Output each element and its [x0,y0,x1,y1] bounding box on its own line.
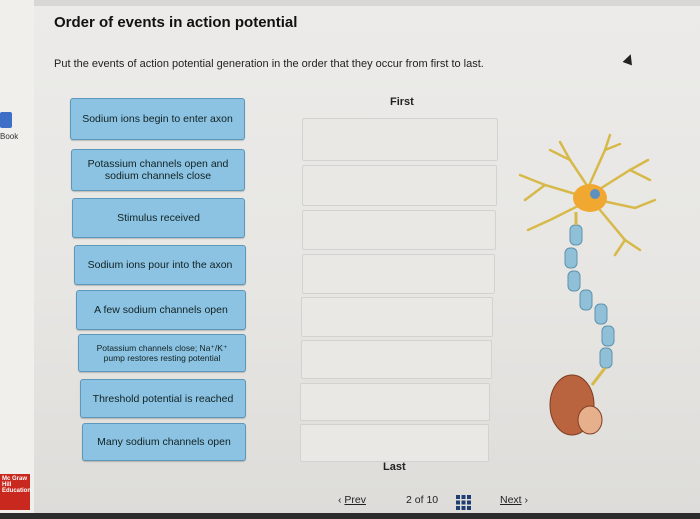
bottom-edge [0,513,700,519]
prev-label: Prev [344,494,367,506]
ebook-button[interactable]: Book [0,112,34,152]
page-indicator: 2 of 10 [406,494,438,506]
grid-icon[interactable] [456,495,471,510]
drop-slot[interactable] [302,118,498,161]
ebook-icon [0,112,12,128]
drag-item[interactable]: A few sodium channels open [76,290,246,330]
page-current: 2 [406,494,412,506]
page-title: Order of events in action potential [54,14,298,31]
drop-slot[interactable] [300,383,490,421]
drag-item[interactable]: Threshold potential is reached [80,379,246,418]
drop-slot[interactable] [301,297,493,337]
neuron-illustration [518,133,657,436]
next-button[interactable]: Next › [500,494,528,506]
next-label: Next [500,494,522,506]
chevron-left-icon: ‹ [338,494,342,506]
page-of: of [414,494,424,506]
chevron-right-icon: › [524,494,529,506]
top-bar [0,0,700,6]
drop-slot[interactable] [302,254,495,294]
drag-item[interactable]: Potassium channels open and sodium chann… [71,149,245,191]
drop-slot[interactable] [301,340,492,379]
prev-button[interactable]: ‹ Prev [338,494,366,506]
drag-item[interactable]: Potassium channels close; Na⁺/K⁺ pump re… [78,334,246,372]
drag-item[interactable]: Stimulus received [72,198,245,238]
drag-item[interactable]: Sodium ions begin to enter axon [70,98,245,140]
drop-slot[interactable] [300,424,489,462]
first-label: First [390,96,414,108]
last-label: Last [383,461,406,473]
drop-slot[interactable] [302,210,496,250]
instructions: Put the events of action potential gener… [54,58,484,70]
drop-slot[interactable] [302,165,497,206]
drag-item[interactable]: Many sodium channels open [82,423,246,461]
drag-item[interactable]: Sodium ions pour into the axon [74,245,246,285]
mouse-cursor-icon [622,52,636,66]
page-total: 10 [426,494,439,506]
ebook-label: Book [0,132,19,141]
publisher-logo: Mc Graw Hill Education [0,474,31,510]
left-rail [0,0,34,519]
